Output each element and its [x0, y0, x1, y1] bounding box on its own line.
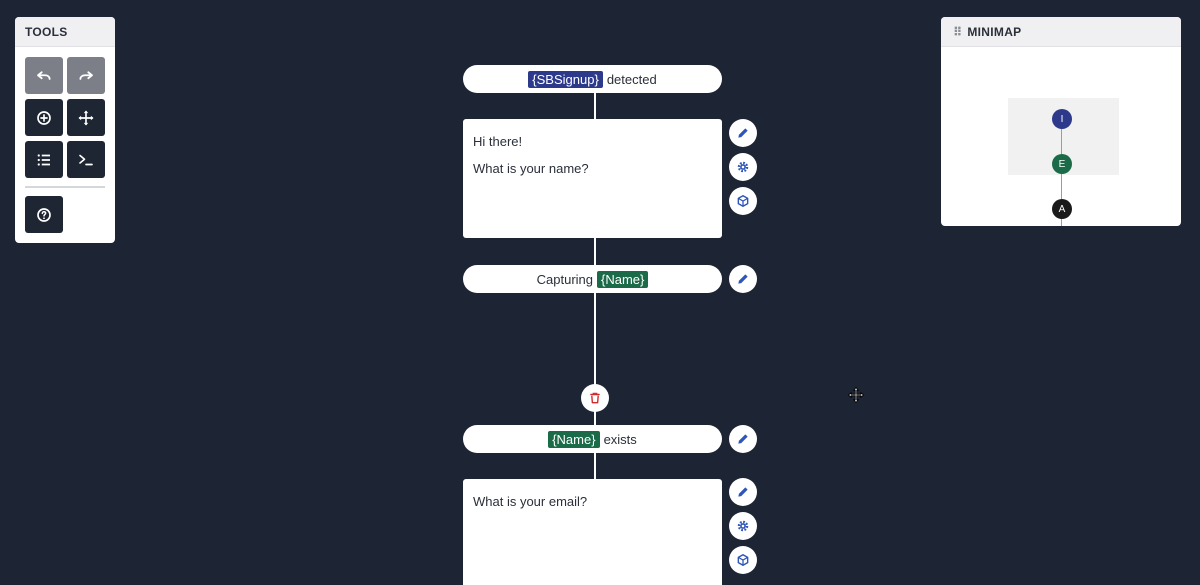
- redo-button[interactable]: [67, 57, 105, 94]
- pencil-icon: [738, 434, 748, 444]
- tools-title: TOOLS: [15, 17, 115, 47]
- message-line: What is your email?: [473, 494, 588, 509]
- minimap-node-intent[interactable]: I: [1052, 109, 1072, 129]
- condition-text: exists: [603, 431, 637, 447]
- drag-handle-icon[interactable]: ⠿: [953, 25, 962, 39]
- variable-tag: {Name}: [597, 270, 649, 288]
- tools-divider: [25, 186, 105, 188]
- pencil-icon: [738, 487, 748, 497]
- trigger-text: detected: [606, 71, 657, 87]
- variable-tag: {Name}: [548, 430, 600, 448]
- delete-connection-button[interactable]: [581, 384, 609, 412]
- capture-node[interactable]: Capturing {Name}: [463, 265, 722, 293]
- trigger-node[interactable]: {SBSignup} detected: [463, 65, 722, 93]
- add-node-button[interactable]: [25, 99, 63, 136]
- minimap-panel[interactable]: ⠿ MINIMAP I E A: [941, 17, 1181, 226]
- move-cursor-icon: [847, 386, 865, 404]
- condition-node[interactable]: {Name} exists: [463, 425, 722, 453]
- edit-button[interactable]: [729, 425, 757, 453]
- gear-icon: [737, 161, 749, 173]
- edit-button[interactable]: [729, 119, 757, 147]
- move-tool-button[interactable]: [67, 99, 105, 136]
- list-icon: [37, 153, 50, 166]
- tools-panel: TOOLS: [15, 17, 115, 243]
- help-button[interactable]: [25, 196, 63, 233]
- move-arrows-icon: [78, 110, 94, 125]
- message-card[interactable]: Hi there! What is your name?: [463, 119, 722, 238]
- undo-button[interactable]: [25, 57, 63, 94]
- edit-button[interactable]: [729, 265, 757, 293]
- minimap-node-action[interactable]: A: [1052, 199, 1072, 219]
- variable-tag: {SBSignup}: [528, 70, 603, 88]
- console-button[interactable]: [67, 141, 105, 178]
- message-line: Hi there!: [473, 134, 523, 149]
- component-button[interactable]: [729, 187, 757, 215]
- capture-text: Capturing: [536, 271, 593, 287]
- terminal-icon: [79, 154, 93, 165]
- minimap-title: MINIMAP: [967, 24, 1022, 39]
- gear-icon: [737, 520, 749, 532]
- list-button[interactable]: [25, 141, 63, 178]
- edit-button[interactable]: [729, 478, 757, 506]
- plus-circle-icon: [37, 110, 51, 125]
- settings-button[interactable]: [729, 512, 757, 540]
- message-line: What is your name?: [473, 161, 589, 176]
- component-button[interactable]: [729, 546, 757, 574]
- flow-canvas[interactable]: TOOLS ⠿ MINIMAP I E A {SBSignup} detecte…: [0, 0, 1200, 585]
- cube-icon: [737, 195, 749, 207]
- pencil-icon: [738, 274, 748, 284]
- undo-icon: [37, 70, 51, 80]
- pencil-icon: [738, 128, 748, 138]
- settings-button[interactable]: [729, 153, 757, 181]
- message-card[interactable]: What is your email?: [463, 479, 722, 585]
- trash-icon: [590, 392, 600, 404]
- minimap-header[interactable]: ⠿ MINIMAP: [941, 17, 1181, 47]
- redo-icon: [79, 70, 93, 80]
- question-circle-icon: [37, 207, 51, 222]
- cube-icon: [737, 554, 749, 566]
- minimap-node-entity[interactable]: E: [1052, 154, 1072, 174]
